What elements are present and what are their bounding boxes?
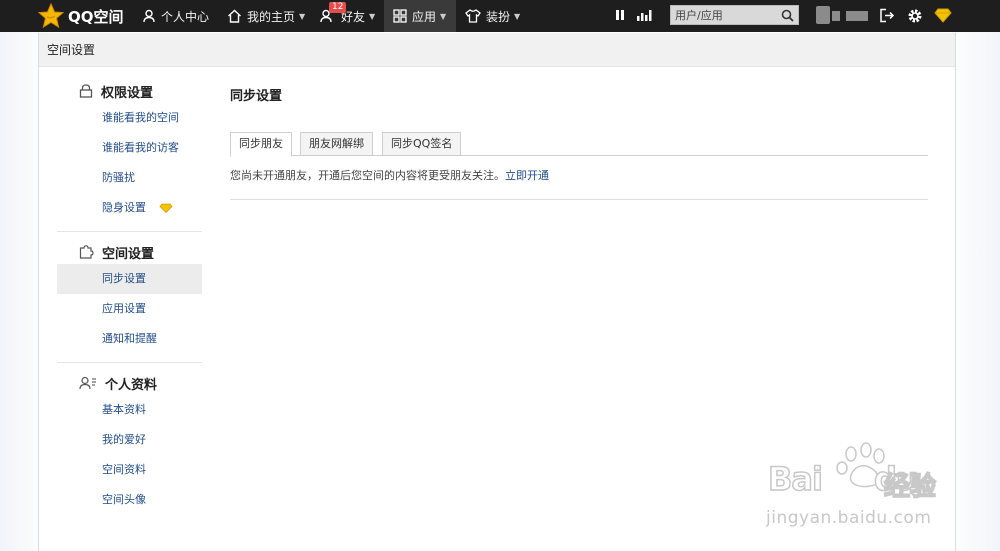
sidebar-section-profile: 个人资料 基本资料 我的爱好 空间资料 空间头像 <box>57 371 202 523</box>
profile-icon <box>79 376 96 390</box>
section-title: 个人资料 <box>57 371 202 395</box>
sidebar-item-sync-settings[interactable]: 同步设置 <box>57 264 202 294</box>
sidebar-item-space-info[interactable]: 空间资料 <box>57 455 202 485</box>
tab-sync-qq-signature[interactable]: 同步QQ签名 <box>382 132 462 156</box>
chevron-down-icon: ▼ <box>299 11 306 21</box>
section-title-label: 空间设置 <box>102 246 155 262</box>
sidebar-item-space-avatar[interactable]: 空间头像 <box>57 485 202 515</box>
qzone-logo[interactable]: QQ空间 <box>38 3 124 29</box>
sidebar-item-label: 隐身设置 <box>102 201 146 214</box>
nav-label: 个人中心 <box>161 9 210 24</box>
divider <box>230 199 928 200</box>
search-box <box>670 5 799 25</box>
sidebar-item-app-settings[interactable]: 应用设置 <box>57 294 202 324</box>
diamond-icon[interactable] <box>934 8 952 23</box>
tab-unbind-pengyou[interactable]: 朋友网解绑 <box>300 132 373 156</box>
notice-message: 您尚未开通朋友，开通后您空间的内容将更受朋友关注。立即开通 <box>230 167 928 187</box>
diamond-icon <box>159 203 173 213</box>
tshirt-icon <box>465 9 481 23</box>
lock-icon <box>79 84 93 98</box>
sidebar-item-invisible[interactable]: 隐身设置 <box>57 193 202 223</box>
gear-icon[interactable] <box>907 8 923 24</box>
watermark-brand-text: Bai <box>767 459 823 499</box>
home-icon <box>228 9 241 23</box>
username-blur <box>846 11 868 21</box>
watermark-cn: 经验 <box>883 471 937 503</box>
notice-text: 您尚未开通朋友，开通后您空间的内容将更受朋友关注。 <box>230 169 505 182</box>
sidebar-item-basic-info[interactable]: 基本资料 <box>57 395 202 425</box>
tab-sync-friends[interactable]: 同步朋友 <box>230 132 292 157</box>
top-navigation-bar: QQ空间 个人中心 我的主页 ▼ 好友 ▼ 12 应用 ▼ 装扮 ▼ 用户/应用 <box>0 0 1000 32</box>
sidebar-item-anti-harassment[interactable]: 防骚扰 <box>57 163 202 193</box>
bar-chart-icon[interactable] <box>636 8 652 22</box>
page-title: 空间设置 <box>39 33 955 67</box>
section-title-label: 个人资料 <box>105 377 158 393</box>
puzzle-icon <box>79 245 94 259</box>
chevron-down-icon: ▼ <box>514 11 521 21</box>
section-title-label: 权限设置 <box>101 85 154 101</box>
nav-label: 我的主页 <box>247 9 296 24</box>
logo-text: QQ空间 <box>68 7 124 26</box>
notification-badge[interactable]: 12 <box>329 2 347 13</box>
settings-sidebar: 权限设置 谁能看我的空间 谁能看我的访客 防骚扰 隐身设置 空间设置 同步设置 … <box>57 79 202 531</box>
person-icon <box>143 9 155 23</box>
nav-label: 装扮 <box>486 9 511 24</box>
sidebar-item-notifications[interactable]: 通知和提醒 <box>57 324 202 354</box>
sidebar-item-who-can-see-space[interactable]: 谁能看我的空间 <box>57 103 202 133</box>
search-input[interactable] <box>671 6 777 24</box>
nav-label: 应用 <box>412 9 437 24</box>
avatar[interactable] <box>816 6 830 24</box>
sidebar-item-hobbies[interactable]: 我的爱好 <box>57 425 202 455</box>
search-icon[interactable] <box>781 9 794 22</box>
nav-my-homepage[interactable]: 我的主页 ▼ <box>227 0 305 32</box>
main-title: 同步设置 <box>230 89 283 104</box>
chevron-down-icon: ▼ <box>369 11 376 21</box>
sidebar-section-permissions: 权限设置 谁能看我的空间 谁能看我的访客 防骚扰 隐身设置 <box>57 79 202 232</box>
nav-personal-center[interactable]: 个人中心 <box>142 0 209 32</box>
activate-now-link[interactable]: 立即开通 <box>505 169 549 182</box>
username-blur <box>832 11 840 21</box>
grid-icon <box>393 9 407 23</box>
star-icon <box>38 3 64 29</box>
baidu-jingyan-watermark: Bai du 经验 jingyan.baidu.com <box>766 442 956 532</box>
pause-icon[interactable] <box>614 8 626 22</box>
logout-icon[interactable] <box>879 8 895 23</box>
main-panel: 同步设置 同步朋友 朋友网解绑 同步QQ签名 您尚未开通朋友，开通后您空间的内容… <box>230 85 928 200</box>
sidebar-section-space-settings: 空间设置 同步设置 应用设置 通知和提醒 <box>57 240 202 363</box>
nav-decorate[interactable]: 装扮 ▼ <box>465 0 520 32</box>
nav-apps[interactable]: 应用 ▼ <box>384 0 456 32</box>
tab-bar: 同步朋友 朋友网解绑 同步QQ签名 <box>230 132 928 157</box>
sidebar-item-who-can-see-visitors[interactable]: 谁能看我的访客 <box>57 133 202 163</box>
section-title: 权限设置 <box>57 79 202 103</box>
section-title: 空间设置 <box>57 240 202 264</box>
watermark-url: jingyan.baidu.com <box>766 508 932 528</box>
chevron-down-icon: ▼ <box>440 11 447 21</box>
